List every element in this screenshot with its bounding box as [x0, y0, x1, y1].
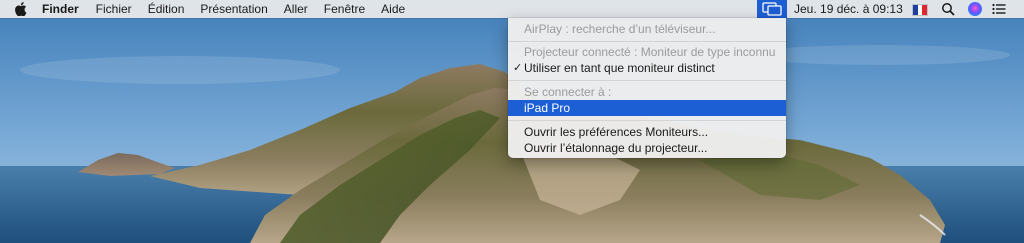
menu-item-label: Ouvrir l’étalonnage du projecteur...	[524, 141, 708, 155]
menubar-clock[interactable]: Jeu. 19 déc. à 09:13	[794, 0, 903, 18]
menu-aller[interactable]: Aller	[276, 0, 316, 18]
menu-item-label: iPad Pro	[524, 101, 571, 115]
menu-item-label: AirPlay : recherche d’un téléviseur...	[524, 22, 716, 36]
menu-item-label: Projecteur connecté : Moniteur de type i…	[524, 45, 776, 59]
menu-item-use-separate-display[interactable]: ✓ Utiliser en tant que moniteur distinct	[508, 60, 786, 76]
checkmark-icon: ✓	[513, 62, 523, 74]
airplay-dropdown-menu: AirPlay : recherche d’un téléviseur... P…	[508, 18, 786, 158]
menu-header-connect-to: Se connecter à :	[508, 84, 786, 100]
menu-separator	[508, 41, 786, 42]
menu-item-ipad-pro[interactable]: iPad Pro	[508, 100, 786, 116]
apple-icon[interactable]	[14, 1, 28, 17]
menu-fichier[interactable]: Fichier	[88, 0, 140, 18]
france-flag-icon[interactable]	[912, 4, 928, 16]
desktop: Finder Fichier Édition Présentation Alle…	[0, 0, 1024, 243]
airplay-icon	[762, 2, 782, 16]
airplay-menu-button[interactable]	[757, 0, 787, 18]
menu-aide[interactable]: Aide	[373, 0, 413, 18]
notification-center-icon[interactable]	[992, 3, 1006, 15]
spotlight-icon[interactable]	[941, 2, 955, 16]
menu-presentation[interactable]: Présentation	[192, 0, 275, 18]
menu-edition[interactable]: Édition	[140, 0, 193, 18]
menu-item-open-display-prefs[interactable]: Ouvrir les préférences Moniteurs...	[508, 124, 786, 140]
menu-item-projector-connected: Projecteur connecté : Moniteur de type i…	[508, 44, 786, 60]
menu-bar: Finder Fichier Édition Présentation Alle…	[0, 0, 1024, 18]
menu-item-label: Utiliser en tant que moniteur distinct	[524, 61, 715, 75]
menu-separator	[508, 120, 786, 121]
menu-item-open-calibration[interactable]: Ouvrir l’étalonnage du projecteur...	[508, 140, 786, 156]
menu-fenetre[interactable]: Fenêtre	[316, 0, 373, 18]
menu-item-label: Ouvrir les préférences Moniteurs...	[524, 125, 709, 139]
siri-icon[interactable]	[968, 2, 982, 16]
menu-item-airplay-search: AirPlay : recherche d’un téléviseur...	[508, 21, 786, 37]
menu-item-label: Se connecter à :	[524, 85, 612, 99]
menu-separator	[508, 80, 786, 81]
menu-finder[interactable]: Finder	[42, 0, 88, 18]
